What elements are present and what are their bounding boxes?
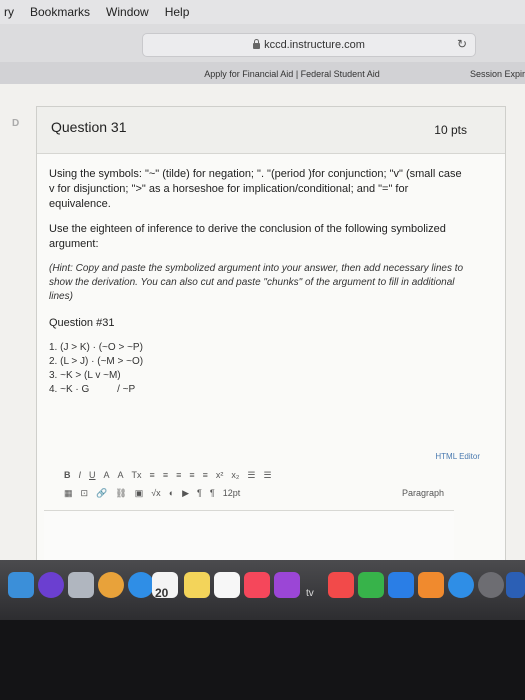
menu-window[interactable]: Window <box>106 5 149 19</box>
text-color-button[interactable]: A <box>104 470 110 480</box>
notes-icon[interactable] <box>184 572 210 598</box>
argument-line: 3. ~K > (L v ~M) <box>49 370 121 381</box>
editor-toolbar-row1: B I U A A Tx ≡ ≡ ≡ ≡ ≡ x² x₂ ☰ ☰ <box>64 466 474 484</box>
safari-icon[interactable] <box>128 572 154 598</box>
menu-bookmarks[interactable]: Bookmarks <box>30 5 90 19</box>
argument-line: 4. ~K · G / ~P <box>49 384 136 395</box>
calendar-day: 20 <box>155 586 169 600</box>
unlink-button[interactable]: ⛓ <box>115 488 126 499</box>
finder-icon[interactable] <box>8 572 34 598</box>
bullet-list-button[interactable]: ☰ <box>247 470 255 481</box>
hint-text: (Hint: Copy and paste the symbolized arg… <box>49 263 464 302</box>
menu-bar: ry Bookmarks Window Help <box>0 0 525 24</box>
system-icon[interactable] <box>478 572 504 598</box>
launchpad-icon[interactable] <box>68 572 94 598</box>
siri-icon[interactable] <box>38 572 64 598</box>
background-color-button[interactable]: A <box>118 470 124 480</box>
photos-icon[interactable] <box>98 572 124 598</box>
record-button[interactable]: ▶ <box>182 488 189 499</box>
table-button[interactable]: ▦ <box>64 488 73 499</box>
reload-icon[interactable]: ↻ <box>457 37 467 51</box>
italic-button[interactable]: I <box>79 470 82 480</box>
underline-button[interactable]: U <box>89 470 96 480</box>
word-icon[interactable] <box>506 572 525 598</box>
url-text: kccd.instructure.com <box>264 39 365 51</box>
pages-icon[interactable] <box>418 572 444 598</box>
outdent-button[interactable]: ≡ <box>203 470 208 480</box>
question-title: Question 31 <box>51 119 127 135</box>
align-center-button[interactable]: ≡ <box>163 470 168 480</box>
math-button[interactable]: √x <box>151 488 160 498</box>
question-points: 10 pts <box>434 123 467 137</box>
tab-financial-aid[interactable]: Apply for Financial Aid | Federal Studen… <box>162 64 422 84</box>
paragraph-select[interactable]: Paragraph <box>402 488 444 498</box>
media-button[interactable]: ⊡ <box>81 488 89 499</box>
indent-button[interactable]: ≡ <box>189 470 194 480</box>
editor-toolbar-row2: ▦ ⊡ 🔗 ⛓ ▣ √x ◐ ▶ ¶ ¶ 12pt Paragraph <box>64 484 474 502</box>
align-left-button[interactable]: ≡ <box>150 470 155 480</box>
superscript-button[interactable]: x² <box>216 470 224 480</box>
subscript-button[interactable]: x₂ <box>231 470 239 480</box>
question-body: Using the symbols: "~" (tilde) for negat… <box>49 167 469 397</box>
instructions-symbols: Using the symbols: "~" (tilde) for negat… <box>49 168 462 210</box>
embed-button[interactable]: ◐ <box>169 488 174 498</box>
rtl-button[interactable]: ¶ <box>210 488 215 498</box>
align-right-button[interactable]: ≡ <box>176 470 181 480</box>
image-button[interactable]: ▣ <box>135 488 144 499</box>
question-number: Question #31 <box>49 317 115 329</box>
argument-lines: 1. (J > K) · (~O > ~P) 2. (L > J) · (~M … <box>49 341 469 397</box>
laptop-bezel <box>0 620 525 700</box>
podcasts-icon[interactable] <box>274 572 300 598</box>
question-header: Question 31 10 pts <box>37 107 505 154</box>
numbered-list-button[interactable]: ☰ <box>263 470 271 481</box>
bold-button[interactable]: B <box>64 470 71 480</box>
answer-textarea[interactable] <box>44 510 454 561</box>
clear-format-button[interactable]: Tx <box>132 470 142 480</box>
numbers-icon[interactable] <box>358 572 384 598</box>
music-icon[interactable] <box>244 572 270 598</box>
app-store-icon[interactable] <box>448 572 474 598</box>
url-bar[interactable]: kccd.instructure.com ↻ <box>142 33 476 57</box>
font-size-select[interactable]: 12pt <box>223 488 241 498</box>
reminders-icon[interactable] <box>214 572 240 598</box>
argument-line: 1. (J > K) · (~O > ~P) <box>49 342 143 353</box>
menu-history[interactable]: ry <box>4 5 14 19</box>
question-flag-icon[interactable]: D <box>12 118 24 130</box>
argument-line: 2. (L > J) · (~M > ~O) <box>49 356 144 367</box>
link-button[interactable]: 🔗 <box>96 488 107 499</box>
tv-label[interactable]: tv <box>306 588 314 599</box>
tab-session[interactable]: Session Expir <box>470 64 525 84</box>
instructions-task: Use the eighteen of inference to derive … <box>49 223 446 250</box>
html-editor-link[interactable]: HTML Editor <box>435 452 480 461</box>
menu-help[interactable]: Help <box>165 5 190 19</box>
keynote-icon[interactable] <box>388 572 414 598</box>
ltr-button[interactable]: ¶ <box>197 488 202 498</box>
news-icon[interactable] <box>328 572 354 598</box>
lock-icon <box>253 39 261 49</box>
